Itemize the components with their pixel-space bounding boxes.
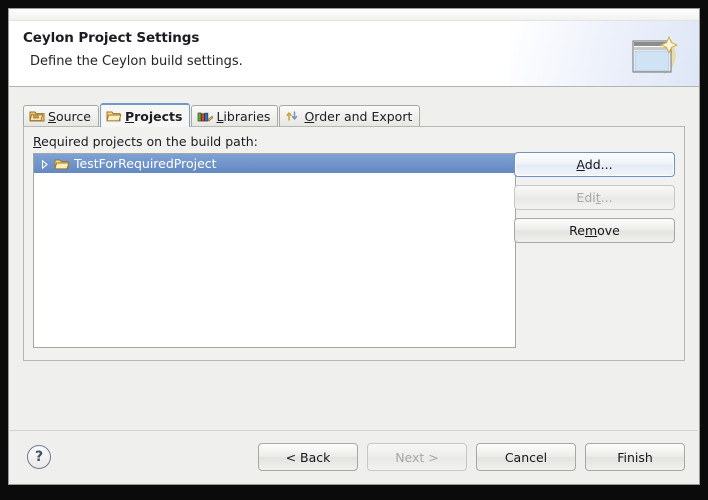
tab-projects-mnemonic: P bbox=[124, 108, 135, 124]
projects-tab-panel: Required projects on the build path: Tes… bbox=[23, 126, 685, 361]
help-button[interactable]: ? bbox=[27, 445, 51, 469]
desktop-background: Ceylon Project Settings Define the Ceylo… bbox=[0, 0, 708, 500]
books-icon bbox=[198, 112, 214, 122]
ceylon-project-settings-dialog: Ceylon Project Settings Define the Ceylo… bbox=[8, 8, 700, 485]
add-button[interactable]: Add... bbox=[514, 152, 675, 177]
open-folder-icon bbox=[106, 111, 122, 122]
required-projects-list[interactable]: TestForRequiredProject bbox=[33, 153, 516, 348]
tab-source-label: Source bbox=[48, 108, 91, 124]
tab-order-and-export-mnemonic: O bbox=[304, 108, 315, 124]
order-arrows-icon bbox=[286, 111, 298, 121]
tab-strip: Source Projects Libraries Order and Expo… bbox=[9, 103, 699, 127]
remove-button[interactable]: Remove bbox=[514, 218, 675, 243]
tab-source[interactable]: Source bbox=[23, 105, 99, 126]
add-button-mnemonic: A bbox=[576, 157, 585, 172]
dialog-titlebar-strip bbox=[9, 9, 699, 21]
help-icon: ? bbox=[34, 449, 44, 465]
cancel-button[interactable]: Cancel bbox=[476, 443, 576, 471]
page-description: Define the Ceylon build settings. bbox=[30, 54, 243, 69]
wizard-header: Ceylon Project Settings Define the Ceylo… bbox=[9, 21, 699, 87]
tab-order-and-export[interactable]: Order and Export bbox=[279, 105, 421, 126]
list-item[interactable]: TestForRequiredProject bbox=[34, 154, 515, 173]
next-button[interactable]: Next > bbox=[367, 443, 467, 471]
tab-projects-label: Projects bbox=[124, 108, 183, 124]
wizard-window-sparkle-icon bbox=[632, 35, 679, 75]
list-action-buttons: Add... Edit... Remove bbox=[514, 152, 675, 243]
edit-button[interactable]: Edit... bbox=[514, 185, 675, 210]
open-folder-icon bbox=[54, 159, 70, 169]
tab-order-and-export-label: Order and Export bbox=[304, 108, 413, 124]
page-title: Ceylon Project Settings bbox=[23, 30, 200, 46]
back-button[interactable]: < Back bbox=[258, 443, 358, 471]
tab-libraries-label: Libraries bbox=[216, 108, 271, 124]
collapsed-triangle-icon[interactable] bbox=[39, 158, 50, 170]
required-projects-label-mnemonic: R bbox=[33, 134, 42, 149]
finish-button[interactable]: Finish bbox=[585, 443, 685, 471]
required-projects-label: Required projects on the build path: bbox=[33, 134, 258, 149]
dialog-spacer bbox=[9, 361, 699, 430]
tab-projects[interactable]: Projects bbox=[99, 103, 191, 127]
package-folder-icon bbox=[29, 111, 45, 122]
wizard-navigation-buttons: < Back Next > Cancel Finish bbox=[258, 443, 685, 471]
tab-libraries[interactable]: Libraries bbox=[191, 105, 279, 126]
dialog-button-bar: ? < Back Next > Cancel Finish bbox=[9, 431, 699, 484]
list-item-label: TestForRequiredProject bbox=[74, 156, 217, 171]
tab-source-mnemonic: S bbox=[48, 108, 56, 124]
remove-button-mnemonic: m bbox=[584, 223, 598, 238]
